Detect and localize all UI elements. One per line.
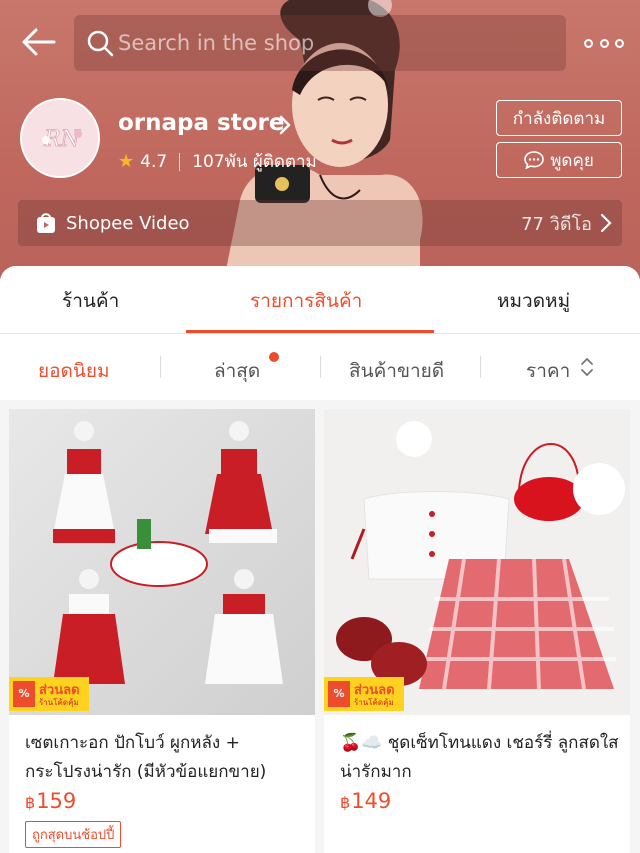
- product-image[interactable]: % ส่วนลด ร้านโค้ดคุ้ม: [9, 409, 315, 715]
- percent-icon: %: [328, 681, 350, 707]
- product-card[interactable]: % ส่วนลด ร้านโค้ดคุ้ม 🍒☁️ ชุดเซ็ทโทนแดง …: [324, 409, 630, 853]
- new-indicator-dot: [269, 352, 279, 362]
- sort-bar: ยอดนิยม ล่าสุด สินค้าขายดี ราคา: [0, 334, 640, 400]
- search-placeholder: Search in the shop: [118, 31, 315, 55]
- product-title[interactable]: 🍒☁️ ชุดเซ็ทโทนแดง เชอร์รี่ ลูกสดใส น่ารั…: [340, 729, 620, 787]
- dot-icon: [599, 38, 609, 48]
- tab-products[interactable]: รายการสินค้า: [250, 286, 362, 316]
- discount-badge: % ส่วนลด ร้านโค้ดคุ้ม: [324, 677, 404, 711]
- dot-icon: [584, 38, 593, 48]
- shop-name[interactable]: ornapa store: [118, 110, 284, 136]
- shop-avatar[interactable]: RN: [20, 98, 100, 178]
- discount-sublabel: ร้านโค้ดคุ้ม: [39, 698, 79, 707]
- sort-best-selling[interactable]: สินค้าขายดี: [349, 356, 444, 386]
- tab-bar: ร้านค้า รายการสินค้า หมวดหมู่: [0, 266, 640, 334]
- star-icon: ★: [118, 151, 135, 172]
- discount-sublabel: ร้านโค้ดคุ้ม: [354, 698, 394, 707]
- product-price: ฿159: [25, 789, 76, 813]
- sort-arrows-icon[interactable]: [580, 356, 594, 378]
- product-title[interactable]: เซตเกาะอก ปักโบว์ ผูกหลัง + กระโปรงน่ารั…: [25, 729, 305, 787]
- chat-bubble-icon: [524, 151, 545, 169]
- divider: [480, 356, 481, 378]
- follow-button[interactable]: กำลังติดตาม: [496, 100, 622, 136]
- chevron-right-icon[interactable]: [278, 114, 292, 136]
- shop-rating: 4.7: [140, 151, 168, 172]
- product-card[interactable]: % ส่วนลด ร้านโค้ดคุ้ม เซตเกาะอก ปักโบว์ …: [9, 409, 315, 853]
- product-image[interactable]: % ส่วนลด ร้านโค้ดคุ้ม: [324, 409, 630, 715]
- shop-content-panel: ร้านค้า รายการสินค้า หมวดหมู่ ยอดนิยม ล่…: [0, 266, 640, 853]
- sort-popular[interactable]: ยอดนิยม: [38, 356, 110, 386]
- product-price: ฿149: [340, 789, 391, 813]
- active-tab-indicator: [186, 330, 434, 333]
- shop-search-input[interactable]: Search in the shop: [74, 15, 566, 71]
- search-icon: [87, 30, 114, 57]
- currency-symbol: ฿: [25, 793, 36, 812]
- shop-stats: ★ 4.7 107พัน ผู้ติดตาม: [118, 148, 317, 175]
- percent-icon: %: [13, 681, 35, 707]
- divider: [179, 152, 181, 171]
- price-value: 159: [36, 789, 77, 813]
- product-photo-dresses: [9, 409, 315, 715]
- video-count: 77 วิดีโอ: [521, 213, 592, 235]
- shop-header: Search in the shop RN ornapa store ★ 4.7…: [0, 0, 640, 300]
- lowest-price-badge: ถูกสุดบนช้อปปี้: [25, 821, 122, 848]
- sort-latest[interactable]: ล่าสุด: [214, 356, 260, 386]
- dot-icon: [615, 38, 624, 48]
- price-value: 149: [351, 789, 392, 813]
- chat-button-label: พูดคุย: [550, 150, 594, 170]
- tab-shop[interactable]: ร้านค้า: [62, 286, 119, 316]
- divider: [320, 356, 321, 378]
- shopee-bag-icon: [37, 213, 55, 233]
- tab-categories[interactable]: หมวดหมู่: [497, 286, 570, 316]
- chevron-right-icon: [600, 213, 612, 233]
- product-photo-set: [324, 409, 630, 715]
- discount-badge: % ส่วนลด ร้านโค้ดคุ้ม: [9, 677, 89, 711]
- shop-followers: 107พัน ผู้ติดตาม: [192, 152, 317, 172]
- more-options-icon[interactable]: [584, 34, 624, 52]
- sort-price[interactable]: ราคา: [526, 356, 570, 386]
- shopee-video-bar[interactable]: Shopee Video 77 วิดีโอ: [18, 200, 622, 246]
- chat-button[interactable]: พูดคุย: [496, 142, 622, 178]
- video-label: Shopee Video: [66, 212, 190, 234]
- back-arrow-icon[interactable]: [18, 22, 58, 62]
- divider: [160, 356, 161, 378]
- currency-symbol: ฿: [340, 793, 351, 812]
